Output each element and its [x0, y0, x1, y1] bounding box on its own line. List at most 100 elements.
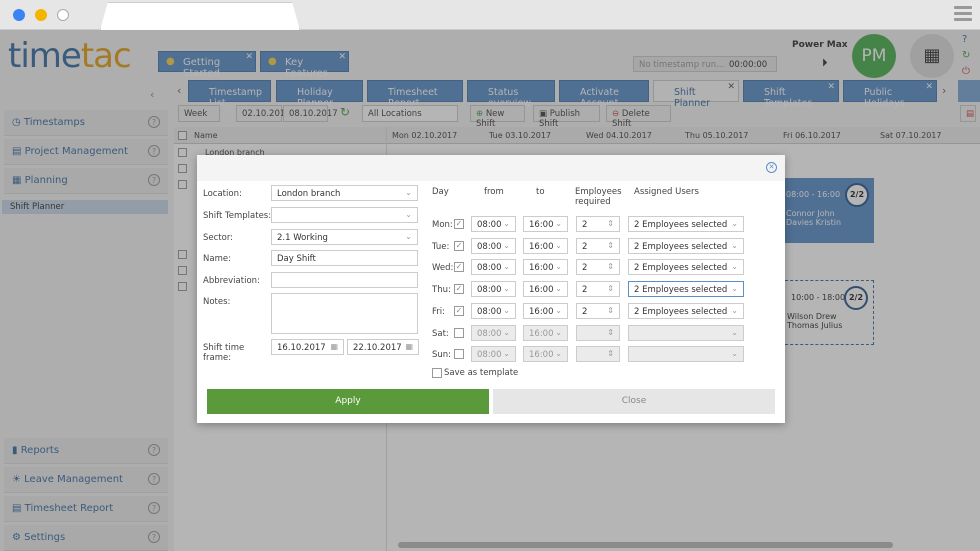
value: 16:00	[529, 328, 554, 339]
required-stepper[interactable]: 2 ⇕	[576, 237, 620, 254]
day-checkbox[interactable]: ✓	[454, 284, 464, 295]
value: 08:00	[477, 263, 502, 274]
browser-chrome	[0, 0, 980, 30]
to-select[interactable]: 16:00 ⌄	[523, 346, 568, 363]
chevron-down-icon: ⌄	[405, 210, 412, 219]
to-select[interactable]: 16:00 ⌄	[523, 324, 568, 341]
assigned-users-select[interactable]: 2 Employees selected ⌄	[628, 216, 744, 232]
col-required: Employees required	[575, 187, 622, 207]
stepper-icon[interactable]: ⇕	[607, 306, 614, 315]
chevron-down-icon: ⌄	[731, 349, 738, 359]
to-select[interactable]: 16:00 ⌄	[523, 237, 568, 254]
to-select[interactable]: 16:00 ⌄	[523, 302, 568, 319]
calendar-icon[interactable]: ▦	[405, 342, 413, 351]
value: 2 Employees selected	[634, 285, 728, 296]
chevron-down-icon: ⌄	[555, 240, 562, 250]
chevron-down-icon: ⌄	[503, 219, 510, 228]
assigned-users-select[interactable]: ⌄	[628, 324, 744, 341]
calendar-icon[interactable]: ▦	[330, 342, 338, 351]
sector-label: Sector:	[203, 233, 234, 243]
abbreviation-input[interactable]	[271, 272, 418, 288]
to-select[interactable]: 16:00 ⌄	[523, 216, 568, 232]
required-stepper[interactable]: 2 ⇕	[576, 281, 620, 298]
window-dot[interactable]	[13, 9, 25, 21]
value: 16:00	[529, 220, 554, 230]
value: 16:00	[529, 306, 554, 317]
stepper-icon[interactable]: ⇕	[607, 349, 614, 358]
chevron-down-icon: ⌄	[555, 305, 562, 315]
chevron-down-icon: ⌄	[503, 327, 510, 337]
value: 08:00	[477, 350, 502, 361]
from-select[interactable]: 08:00 ⌄	[471, 302, 516, 319]
browser-tab[interactable]	[100, 2, 300, 30]
save-template-checkbox[interactable]	[432, 368, 442, 378]
day-checkbox[interactable]	[454, 327, 464, 338]
stepper-icon[interactable]: ⇕	[607, 328, 614, 337]
chevron-down-icon: ⌄	[503, 262, 510, 272]
apply-button[interactable]: Apply	[207, 389, 489, 414]
templates-label: Shift Templates:	[203, 211, 272, 221]
window-dot[interactable]	[57, 9, 69, 21]
timeframe-from[interactable]: 16.10.2017 ▦	[271, 339, 344, 355]
value: 2	[582, 220, 588, 230]
to-select[interactable]: 16:00 ⌄	[523, 259, 568, 276]
close-button[interactable]: Close	[493, 389, 775, 414]
value: 2	[582, 285, 588, 296]
day-label: Wed:	[432, 263, 454, 274]
from-select[interactable]: 08:00 ⌄	[471, 324, 516, 341]
required-stepper[interactable]: ⇕	[576, 324, 620, 341]
stepper-icon[interactable]: ⇕	[607, 241, 614, 250]
value: 08:00	[477, 241, 502, 252]
value: London branch	[277, 189, 341, 199]
day-label: Tue:	[432, 241, 450, 252]
menu-icon[interactable]	[954, 6, 972, 24]
to-select[interactable]: 16:00 ⌄	[523, 281, 568, 298]
assigned-users-select[interactable]: 2 Employees selected ⌄	[628, 237, 744, 254]
day-checkbox[interactable]	[454, 349, 464, 360]
chevron-down-icon: ⌄	[405, 188, 412, 197]
value: 16.10.2017	[277, 343, 326, 353]
day-checkbox[interactable]: ✓	[454, 262, 464, 273]
notes-label: Notes:	[203, 297, 231, 307]
value: 16:00	[529, 350, 554, 361]
stepper-icon[interactable]: ⇕	[607, 262, 614, 271]
stepper-icon[interactable]: ⇕	[607, 284, 614, 293]
value: 16:00	[529, 263, 554, 274]
from-select[interactable]: 08:00 ⌄	[471, 346, 516, 363]
sector-select[interactable]: 2.1 Working ⌄	[271, 229, 418, 245]
location-select[interactable]: London branch ⌄	[271, 185, 418, 201]
chevron-down-icon: ⌄	[555, 327, 562, 337]
templates-select[interactable]: ⌄	[271, 207, 418, 223]
timeframe-to[interactable]: 22.10.2017 ▦	[347, 339, 419, 355]
window-dot[interactable]	[35, 9, 47, 21]
value: 2	[582, 241, 588, 252]
assigned-users-select[interactable]: 2 Employees selected ⌄	[628, 281, 744, 298]
day-checkbox[interactable]: ✓	[454, 240, 464, 251]
chevron-down-icon: ⌄	[555, 284, 562, 294]
close-icon[interactable]: ✕	[766, 162, 777, 173]
day-label: Sun:	[432, 350, 452, 361]
required-stepper[interactable]: ⇕	[576, 346, 620, 363]
required-stepper[interactable]: 2 ⇕	[576, 302, 620, 319]
chevron-down-icon: ⌄	[731, 327, 738, 337]
name-input[interactable]: Day Shift	[271, 250, 418, 266]
value: 2	[582, 263, 588, 274]
from-select[interactable]: 08:00 ⌄	[471, 216, 516, 232]
from-select[interactable]: 08:00 ⌄	[471, 237, 516, 254]
stepper-icon[interactable]: ⇕	[607, 219, 614, 228]
chevron-down-icon: ⌄	[731, 305, 738, 315]
value: 16:00	[529, 241, 554, 252]
notes-textarea[interactable]	[271, 293, 418, 334]
assigned-users-select[interactable]: 2 Employees selected ⌄	[628, 259, 744, 276]
day-checkbox[interactable]: ✓	[454, 305, 464, 316]
timeframe-label: Shift time frame:	[203, 343, 245, 363]
assigned-users-select[interactable]: 2 Employees selected ⌄	[628, 302, 744, 319]
required-stepper[interactable]: 2 ⇕	[576, 216, 620, 232]
assigned-users-select[interactable]: ⌄	[628, 346, 744, 363]
from-select[interactable]: 08:00 ⌄	[471, 281, 516, 298]
from-select[interactable]: 08:00 ⌄	[471, 259, 516, 276]
required-stepper[interactable]: 2 ⇕	[576, 259, 620, 276]
chevron-down-icon: ⌄	[731, 284, 738, 294]
day-checkbox[interactable]: ✓	[454, 219, 464, 229]
col-users: Assigned Users	[634, 187, 699, 197]
